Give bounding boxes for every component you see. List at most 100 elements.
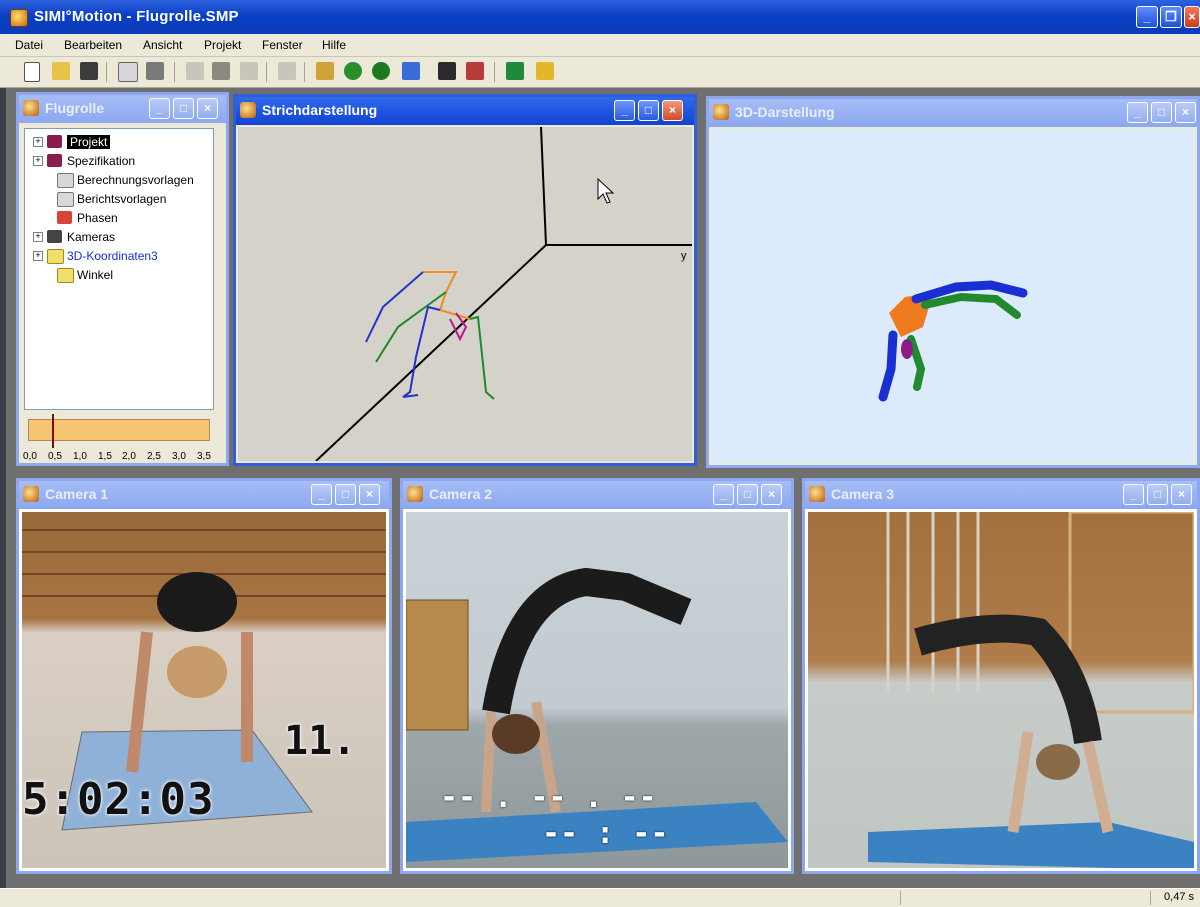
phases-icon <box>57 211 72 224</box>
restore-button[interactable]: ❐ <box>1160 6 1182 28</box>
left-arm-shape <box>878 330 898 402</box>
close-button[interactable]: × <box>197 98 218 119</box>
minimize-button[interactable]: _ <box>311 484 332 505</box>
project-tree[interactable]: + Projekt + Spezifikation Berechnungsvor… <box>24 128 214 410</box>
minimize-button[interactable]: _ <box>1123 484 1144 505</box>
minimize-button[interactable]: _ <box>1136 6 1158 28</box>
torso-stroke <box>423 271 471 320</box>
gymnast-body <box>482 567 692 715</box>
camera-1-titlebar[interactable]: Camera 1 _ □ × <box>19 481 389 509</box>
stick-figure-icon[interactable] <box>372 62 390 80</box>
expand-icon[interactable]: + <box>33 251 43 261</box>
maximize-button[interactable]: □ <box>737 484 758 505</box>
paste-icon[interactable] <box>240 62 258 80</box>
camera-1-window[interactable]: Camera 1 _ □ × 5:02:03 11. <box>16 478 392 874</box>
camera-icon <box>47 230 62 243</box>
close-button[interactable]: × <box>1171 484 1192 505</box>
3d-titlebar[interactable]: 3D-Darstellung _ □ × <box>709 99 1197 127</box>
expand-icon[interactable]: + <box>33 156 43 166</box>
maximize-button[interactable]: □ <box>173 98 194 119</box>
chart-icon[interactable] <box>402 62 420 80</box>
book-icon <box>47 135 62 148</box>
strich-title: Strichdarstellung <box>262 102 378 118</box>
strichdarstellung-window[interactable]: Strichdarstellung _ □ × y <box>233 94 697 466</box>
folder-icon <box>47 249 64 264</box>
expand-icon[interactable]: + <box>33 232 43 242</box>
3d-darstellung-window[interactable]: 3D-Darstellung _ □ × <box>706 96 1200 468</box>
maximize-button[interactable]: □ <box>1151 102 1172 123</box>
maximize-button[interactable]: □ <box>638 100 659 121</box>
timeline-bar[interactable] <box>28 414 210 448</box>
tick-label: 0,5 <box>48 451 62 462</box>
minimize-button[interactable]: _ <box>1127 102 1148 123</box>
3d-figure-svg <box>878 280 1028 402</box>
gymnast-body <box>914 614 1102 745</box>
cut-icon[interactable] <box>186 62 204 80</box>
app-titlebar: SIMI°Motion - Flugrolle.SMP _ ❐ × <box>0 0 1200 34</box>
expand-icon[interactable]: + <box>33 137 43 147</box>
frame-counter-overlay: 11. <box>284 718 357 764</box>
camera-2-titlebar[interactable]: Camera 2 _ □ × <box>403 481 791 509</box>
menu-hilfe[interactable]: Hilfe <box>322 38 346 52</box>
tick-label: 2,5 <box>147 451 161 462</box>
table-icon[interactable] <box>536 62 554 80</box>
marker-icon[interactable] <box>506 62 524 80</box>
flugrolle-window[interactable]: Flugrolle _ □ × + Projekt + Spezifikatio… <box>16 92 229 466</box>
tick-label: 3,5 <box>197 451 211 462</box>
mouse-cursor-icon <box>597 177 615 204</box>
minimize-button[interactable]: _ <box>713 484 734 505</box>
person-icon[interactable] <box>344 62 362 80</box>
camera-2-video[interactable]: -- . -- . -- -- : -- <box>406 512 788 868</box>
tick-label: 0,0 <box>23 451 37 462</box>
print-preview-icon[interactable] <box>118 62 138 82</box>
camera-1-video[interactable]: 5:02:03 11. <box>22 512 386 868</box>
camera-3-titlebar[interactable]: Camera 3 _ □ × <box>805 481 1197 509</box>
timeline-cursor[interactable] <box>52 414 54 448</box>
undo-icon[interactable] <box>278 62 296 80</box>
camera-3-video[interactable] <box>808 512 1194 868</box>
close-button[interactable]: × <box>359 484 380 505</box>
close-button[interactable]: × <box>1184 6 1200 28</box>
close-button[interactable]: × <box>662 100 683 121</box>
gymnast-torso <box>157 572 237 632</box>
gymnast-head <box>1036 744 1080 780</box>
close-button[interactable]: × <box>761 484 782 505</box>
3d-canvas[interactable] <box>711 129 1195 463</box>
print-icon[interactable] <box>146 62 164 80</box>
flugrolle-titlebar[interactable]: Flugrolle _ □ × <box>19 95 226 123</box>
new-icon[interactable] <box>24 62 40 82</box>
tick-label: 2,0 <box>122 451 136 462</box>
menu-ansicht[interactable]: Ansicht <box>143 38 182 52</box>
camera-3-window[interactable]: Camera 3 _ □ × <box>802 478 1200 874</box>
window-icon <box>407 486 423 502</box>
minimize-button[interactable]: _ <box>614 100 635 121</box>
menu-datei[interactable]: Datei <box>15 38 43 52</box>
stick-figure-canvas[interactable]: y <box>238 127 692 461</box>
video-icon[interactable] <box>438 62 456 80</box>
right-leg-stroke <box>469 315 495 400</box>
document-icon <box>57 173 74 188</box>
close-button[interactable]: × <box>1175 102 1196 123</box>
maximize-button[interactable]: □ <box>1147 484 1168 505</box>
copy-icon[interactable] <box>212 62 230 80</box>
menu-fenster[interactable]: Fenster <box>262 38 303 52</box>
strich-titlebar[interactable]: Strichdarstellung _ □ × <box>236 97 694 125</box>
camera-2-window[interactable]: Camera 2 _ □ × -- . -- . -- -- : -- <box>400 478 794 874</box>
menu-projekt[interactable]: Projekt <box>204 38 241 52</box>
camera-3-title: Camera 3 <box>831 486 895 502</box>
app-title: SIMI°Motion - Flugrolle.SMP <box>34 8 239 25</box>
camera-icon[interactable] <box>466 62 484 80</box>
timecode-overlay-top: -- . -- . -- <box>440 780 657 815</box>
open-icon[interactable] <box>52 62 70 80</box>
status-time: 0,47 s <box>1164 891 1194 903</box>
window-icon <box>23 486 39 502</box>
book-icon <box>47 154 62 167</box>
vaulting-box <box>406 599 469 731</box>
minimize-button[interactable]: _ <box>149 98 170 119</box>
window-icon[interactable] <box>316 62 334 80</box>
menu-bearbeiten[interactable]: Bearbeiten <box>64 38 122 52</box>
window-icon <box>23 100 39 116</box>
menu-bar: Datei Bearbeiten Ansicht Projekt Fenster… <box>0 34 1200 57</box>
maximize-button[interactable]: □ <box>335 484 356 505</box>
save-icon[interactable] <box>80 62 98 80</box>
